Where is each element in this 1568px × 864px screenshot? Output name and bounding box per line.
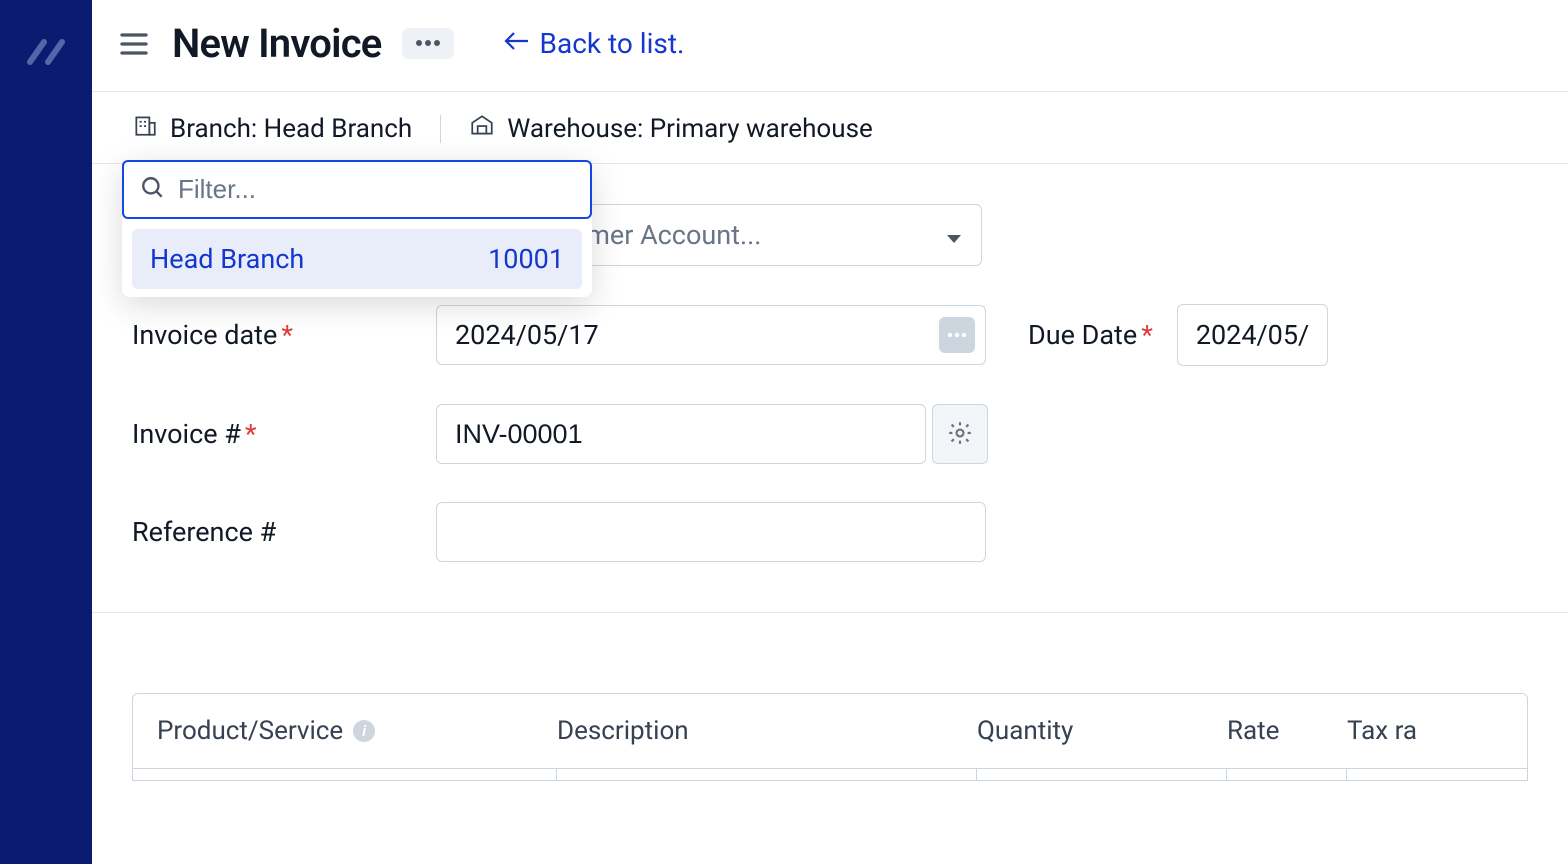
th-rate: Rate — [1227, 716, 1347, 746]
th-quantity: Quantity — [977, 716, 1227, 746]
invoice-date-label: Invoice date* — [132, 319, 412, 351]
invoice-no-input[interactable] — [436, 404, 926, 464]
invoice-no-label: Invoice #* — [132, 418, 412, 450]
dots-icon — [414, 36, 442, 51]
branch-option-code: 10001 — [488, 243, 564, 275]
page-header: New Invoice Back to list. — [92, 0, 1568, 92]
page-title: New Invoice — [172, 20, 382, 67]
nav-sidebar — [0, 0, 92, 864]
logo-icon — [22, 28, 70, 80]
due-date-label: Due Date* — [1028, 319, 1153, 351]
back-to-list-link[interactable]: Back to list. — [502, 27, 685, 60]
reference-label: Reference # — [132, 516, 412, 548]
date-picker-icon[interactable] — [939, 317, 975, 353]
building-icon — [132, 112, 158, 145]
branch-label: Branch: Head Branch — [170, 114, 412, 144]
invoice-date-input[interactable]: 2024/05/17 — [436, 305, 986, 365]
context-bar: Branch: Head Branch Warehouse: Primary w… — [92, 92, 1568, 164]
warehouse-selector[interactable]: Warehouse: Primary warehouse — [469, 112, 873, 145]
branch-selector[interactable]: Branch: Head Branch — [132, 112, 412, 145]
invoice-no-settings-button[interactable] — [932, 404, 988, 464]
more-actions-button[interactable] — [402, 28, 454, 59]
due-date-value: 2024/05/ — [1196, 319, 1309, 351]
info-icon[interactable]: i — [353, 720, 375, 742]
chevron-down-icon — [945, 219, 963, 251]
branch-dropdown: Head Branch 10001 — [122, 160, 592, 297]
hamburger-icon[interactable] — [116, 26, 152, 62]
branch-option-name: Head Branch — [150, 243, 304, 275]
reference-input[interactable] — [436, 502, 986, 562]
branch-option-head[interactable]: Head Branch 10001 — [132, 229, 582, 289]
warehouse-label: Warehouse: Primary warehouse — [507, 114, 873, 144]
warehouse-icon — [469, 112, 495, 145]
back-label: Back to list. — [540, 27, 685, 60]
th-tax-rate: Tax ra — [1347, 716, 1503, 746]
arrow-left-icon — [502, 27, 530, 60]
branch-filter-input[interactable] — [178, 174, 574, 205]
divider — [440, 115, 441, 143]
search-icon — [140, 175, 166, 205]
due-date-input[interactable]: 2024/05/ — [1177, 304, 1328, 366]
invoice-date-value: 2024/05/17 — [455, 319, 599, 351]
branch-filter-wrapper — [122, 160, 592, 219]
line-items-table: Product/Service i Description Quantity R… — [92, 612, 1568, 781]
th-product: Product/Service i — [157, 716, 557, 746]
table-header-row: Product/Service i Description Quantity R… — [132, 693, 1528, 769]
table-row[interactable] — [132, 769, 1528, 781]
gear-icon — [947, 420, 973, 449]
th-description: Description — [557, 716, 977, 746]
